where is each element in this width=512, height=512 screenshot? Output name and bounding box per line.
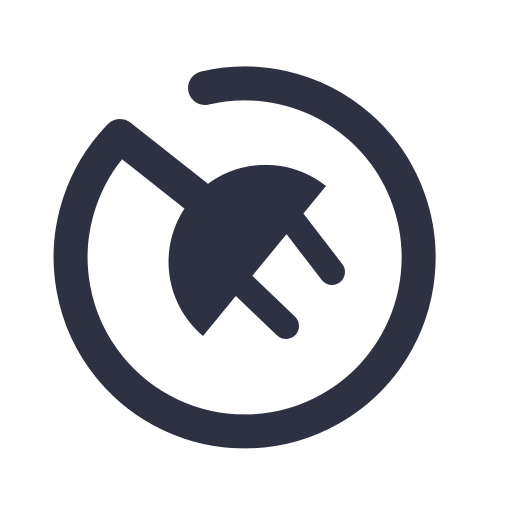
- plug-prong-lower: [227, 269, 299, 339]
- app-icon-canvas: [0, 0, 512, 512]
- plug-prong-upper: [279, 207, 345, 285]
- plug-power-icon: [53, 66, 436, 449]
